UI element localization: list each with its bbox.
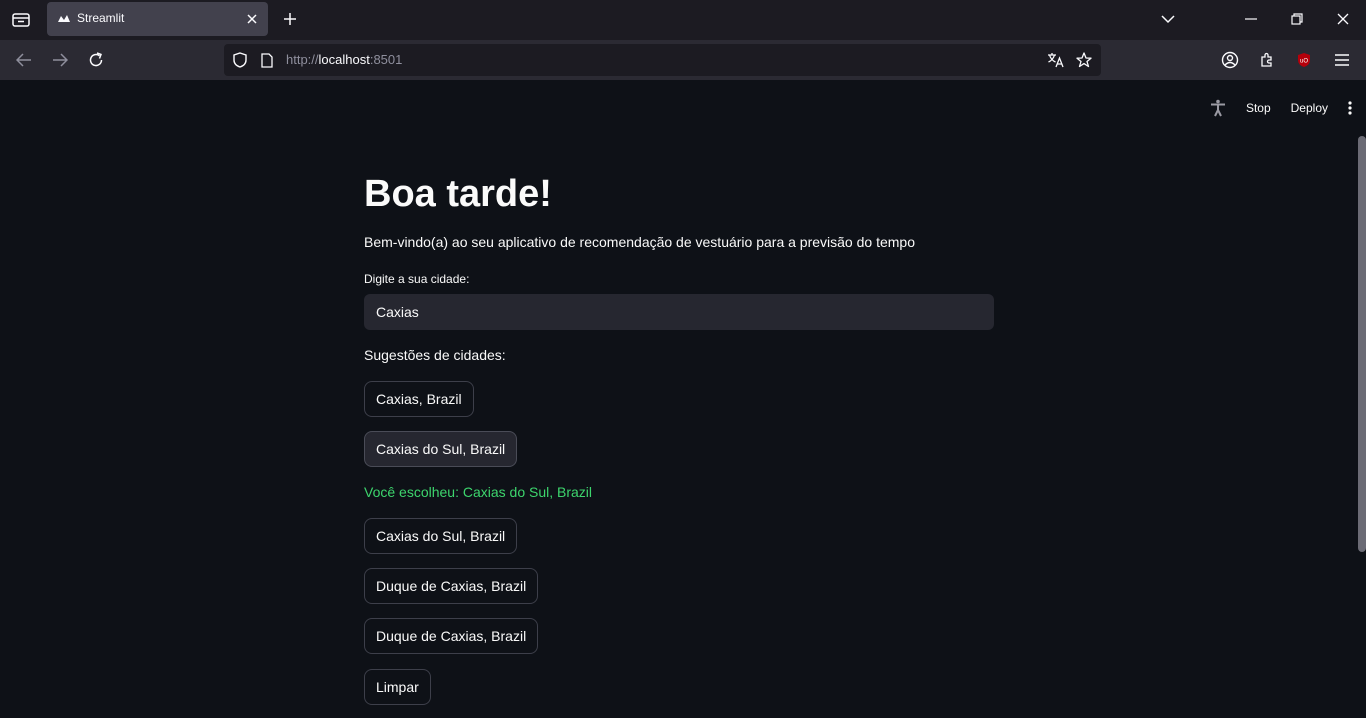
shield-icon[interactable] — [231, 51, 249, 69]
city-input-label: Digite a sua cidade: — [364, 272, 470, 286]
reload-icon[interactable] — [85, 49, 107, 71]
url-scheme: http:// — [286, 52, 319, 67]
stop-button[interactable]: Stop — [1246, 101, 1271, 115]
url-text[interactable]: http://localhost:8501 — [286, 52, 402, 67]
browser-tab-bar: Streamlit — [0, 0, 1366, 40]
browser-tab[interactable]: Streamlit — [47, 2, 268, 36]
minimize-icon[interactable] — [1239, 8, 1263, 30]
suggestion-button[interactable]: Caxias, Brazil — [364, 381, 474, 417]
tab-title: Streamlit — [77, 11, 125, 25]
url-port: :8501 — [369, 52, 403, 67]
city-input[interactable] — [364, 294, 994, 330]
streamlit-toolbar: Stop Deploy — [1210, 95, 1352, 121]
deploy-button[interactable]: Deploy — [1291, 101, 1328, 115]
forward-icon[interactable] — [49, 49, 71, 71]
close-window-icon[interactable] — [1331, 8, 1355, 30]
menu-icon[interactable] — [1331, 49, 1353, 71]
back-icon[interactable] — [13, 49, 35, 71]
close-tab-icon[interactable] — [244, 11, 260, 27]
extensions-icon[interactable] — [1256, 49, 1278, 71]
svg-text:uO: uO — [1300, 59, 1308, 65]
page-subtitle: Bem-vindo(a) ao seu aplicativo de recome… — [364, 234, 915, 250]
tab-list-icon[interactable] — [10, 9, 32, 31]
page-scrollbar[interactable] — [1358, 136, 1366, 552]
account-icon[interactable] — [1219, 49, 1241, 71]
streamlit-favicon-icon — [57, 12, 71, 26]
suggestion-button[interactable]: Caxias do Sul, Brazil — [364, 518, 518, 554]
new-tab-icon[interactable] — [280, 9, 300, 29]
page-title: Boa tarde! — [364, 173, 552, 215]
ublock-icon[interactable]: uO — [1293, 49, 1315, 71]
suggestion-button[interactable]: Duque de Caxias, Brazil — [364, 568, 539, 604]
chevron-down-icon[interactable] — [1156, 8, 1180, 30]
translate-icon[interactable] — [1047, 51, 1065, 69]
page-icon[interactable] — [258, 51, 276, 69]
url-host: localhost — [318, 52, 370, 67]
chosen-city-text: Você escolheu: Caxias do Sul, Brazil — [364, 484, 593, 500]
star-icon[interactable] — [1075, 51, 1093, 69]
url-bar[interactable]: http://localhost:8501 — [224, 44, 1101, 76]
more-options-icon[interactable] — [1348, 101, 1352, 115]
clear-button[interactable]: Limpar — [364, 669, 431, 705]
accessibility-icon[interactable] — [1210, 99, 1226, 117]
suggestion-button[interactable]: Caxias do Sul, Brazil — [364, 431, 518, 467]
restore-icon[interactable] — [1285, 8, 1309, 30]
suggestions-label: Sugestões de cidades: — [364, 347, 506, 363]
suggestion-button[interactable]: Duque de Caxias, Brazil — [364, 618, 539, 654]
